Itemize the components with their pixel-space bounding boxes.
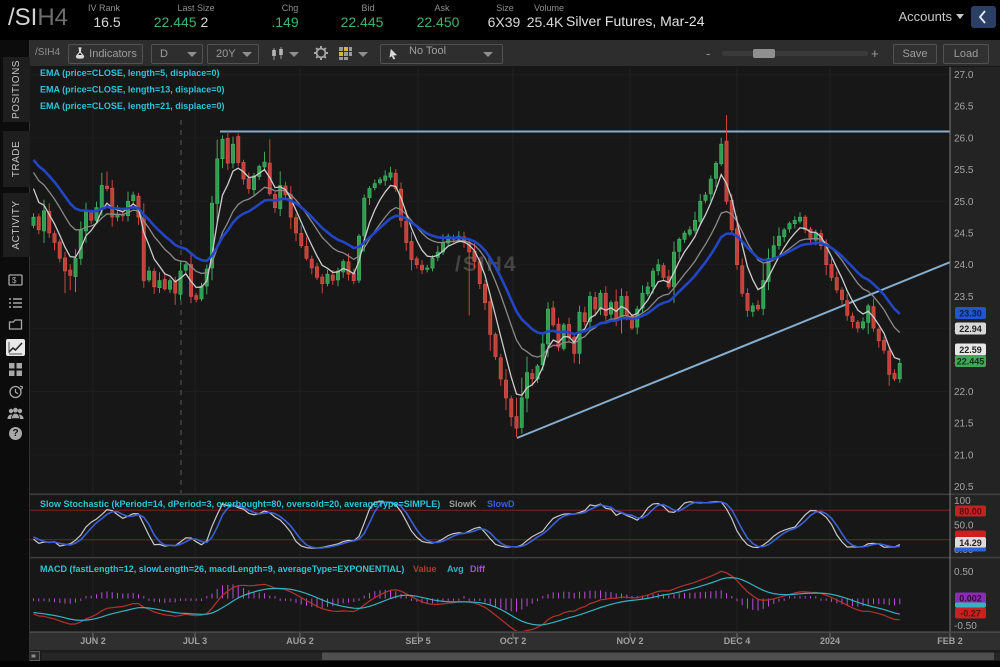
- svg-text:22.59: 22.59: [959, 345, 982, 355]
- svg-text:0.002: 0.002: [959, 594, 982, 604]
- svg-text:MACD (fastLength=12, slowLengt: MACD (fastLength=12, slowLength=26, macd…: [40, 564, 404, 574]
- svg-text:SEP 5: SEP 5: [405, 636, 430, 646]
- svg-text:EMA (price=CLOSE, length=21, d: EMA (price=CLOSE, length=21, displace=0): [40, 101, 224, 111]
- svg-text:FEB 2: FEB 2: [937, 636, 963, 646]
- svg-text:Diff: Diff: [470, 564, 486, 574]
- svg-text:AUG 2: AUG 2: [286, 636, 314, 646]
- svg-text:50.0: 50.0: [954, 521, 974, 532]
- svg-text:OCT 2: OCT 2: [500, 636, 527, 646]
- svg-text:DEC 4: DEC 4: [724, 636, 751, 646]
- svg-text:21.0: 21.0: [954, 450, 974, 461]
- svg-text:Avg: Avg: [447, 564, 464, 574]
- svg-text:24.0: 24.0: [954, 260, 974, 271]
- svg-text:JUN 2: JUN 2: [80, 636, 106, 646]
- svg-text:14.29: 14.29: [959, 538, 982, 548]
- svg-text:SlowK: SlowK: [449, 499, 477, 509]
- svg-text:Slow Stochastic (kPeriod=14, d: Slow Stochastic (kPeriod=14, dPeriod=3, …: [40, 499, 440, 509]
- svg-text:2024: 2024: [820, 636, 840, 646]
- svg-text:80.00: 80.00: [959, 507, 982, 517]
- svg-text:23.30: 23.30: [959, 309, 982, 319]
- svg-text:26.5: 26.5: [954, 102, 974, 113]
- svg-text:SlowD: SlowD: [487, 499, 515, 509]
- svg-text:21.5: 21.5: [954, 419, 974, 430]
- svg-text:NOV 2: NOV 2: [616, 636, 643, 646]
- svg-text:JUL 3: JUL 3: [183, 636, 207, 646]
- svg-text:$: $: [12, 276, 17, 285]
- svg-text:EMA (price=CLOSE, length=13, d: EMA (price=CLOSE, length=13, displace=0): [40, 85, 224, 95]
- svg-text:EMA (price=CLOSE, length=5, di: EMA (price=CLOSE, length=5, displace=0): [40, 68, 219, 78]
- svg-text:23.5: 23.5: [954, 292, 974, 303]
- svg-text:27.0: 27.0: [954, 70, 974, 81]
- svg-text:100: 100: [954, 496, 971, 507]
- svg-text:26.0: 26.0: [954, 133, 974, 144]
- svg-text:22.445: 22.445: [957, 357, 985, 367]
- svg-text:-0.50: -0.50: [954, 621, 977, 632]
- svg-text:24.5: 24.5: [954, 229, 974, 240]
- svg-text:0.50: 0.50: [954, 567, 974, 578]
- svg-text:22.94: 22.94: [959, 324, 982, 334]
- svg-text:22.0: 22.0: [954, 387, 974, 398]
- svg-text:25.5: 25.5: [954, 165, 974, 176]
- svg-text:25.0: 25.0: [954, 197, 974, 208]
- svg-text:/SIH4: /SIH4: [455, 253, 518, 276]
- svg-text:-0.27: -0.27: [960, 609, 981, 619]
- svg-text:20.5: 20.5: [954, 482, 974, 493]
- svg-text:Value: Value: [413, 564, 437, 574]
